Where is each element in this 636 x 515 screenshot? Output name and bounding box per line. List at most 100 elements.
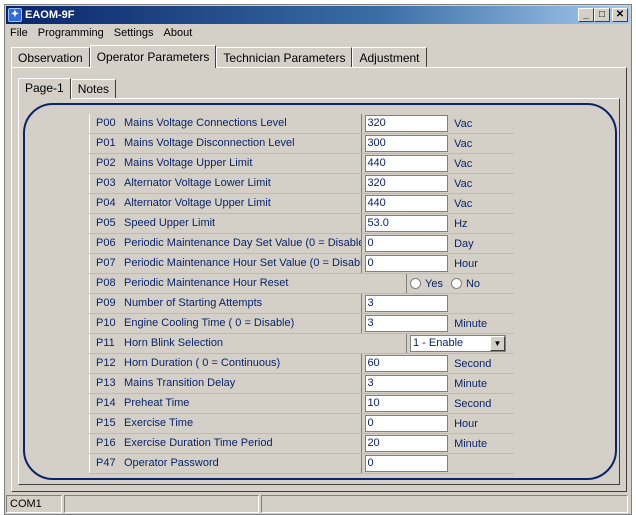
- parameter-label: P01 Mains Voltage Disconnection Level: [89, 134, 363, 153]
- parameter-name: Mains Voltage Upper Limit: [124, 157, 253, 169]
- parameter-value-field[interactable]: 440: [365, 155, 449, 172]
- parameters-table: P00 Mains Voltage Connections Level 320 Vac…: [89, 114, 514, 474]
- parameter-name: Number of Starting Attempts: [124, 297, 263, 309]
- parameter-value-field[interactable]: 3: [365, 295, 449, 312]
- parameter-code: P04: [96, 197, 116, 209]
- menu-bar: File Programming Settings About: [6, 25, 630, 41]
- parameter-row: P02 Mains Voltage Upper Limit 440 Vac: [89, 154, 514, 174]
- operator-parameters-panel: Page-1 Notes P00 Mains Voltage Connection…: [11, 67, 627, 492]
- minimize-button[interactable]: _: [578, 8, 594, 22]
- parameter-unit: Minute: [454, 317, 488, 330]
- tab-technician-parameters[interactable]: Technician Parameters: [216, 47, 353, 67]
- app-window: ✦ EAOM-9F _ □ ✕ File Programming Setting…: [4, 4, 632, 515]
- menu-settings[interactable]: Settings: [114, 27, 154, 39]
- parameter-value-field[interactable]: 0: [365, 455, 449, 472]
- parameter-value-field[interactable]: 0: [365, 255, 449, 272]
- parameter-unit: Day: [454, 237, 474, 250]
- parameter-code: P14: [96, 397, 116, 409]
- parameter-row: P09 Number of Starting Attempts 3: [89, 294, 514, 314]
- parameter-name: Exercise Time: [124, 417, 194, 429]
- parameter-name: Exercise Duration Time Period: [124, 437, 273, 449]
- parameter-value-field[interactable]: 300: [365, 135, 449, 152]
- parameter-row: P12 Horn Duration ( 0 = Continuous) 60 Seco…: [89, 354, 514, 374]
- parameter-value-field[interactable]: 10: [365, 395, 449, 412]
- parameter-code: P16: [96, 437, 116, 449]
- parameter-value-field[interactable]: 440: [365, 195, 449, 212]
- parameter-code: P47: [96, 457, 116, 469]
- parameter-row: P14 Preheat Time 10 Second: [89, 394, 514, 414]
- parameter-code: P03: [96, 177, 116, 189]
- parameter-value-field[interactable]: 53.0: [365, 215, 449, 232]
- parameter-label: P11 Horn Blink Selection: [89, 334, 407, 353]
- parameter-unit: Minute: [454, 437, 488, 450]
- parameter-name: Speed Upper Limit: [124, 217, 216, 229]
- parameter-value-field[interactable]: 0: [365, 235, 449, 252]
- radio-no[interactable]: [450, 278, 462, 289]
- parameter-value-field[interactable]: 20: [365, 435, 449, 452]
- parameter-name: Engine Cooling Time ( 0 = Disable): [124, 317, 295, 329]
- parameter-value-field[interactable]: 3: [365, 375, 449, 392]
- parameter-name: Periodic Maintenance Hour Reset: [124, 277, 289, 289]
- radio-label-no[interactable]: No: [466, 278, 480, 290]
- tab-page-1[interactable]: Page-1: [18, 78, 71, 99]
- parameter-label: P07 Periodic Maintenance Hour Set Value (…: [89, 254, 363, 273]
- tab-observation[interactable]: Observation: [11, 47, 90, 67]
- parameter-value-field[interactable]: 320: [365, 175, 449, 192]
- parameter-label: P14 Preheat Time: [89, 394, 363, 413]
- horn-blink-select[interactable]: 1 - Enable ▼: [410, 335, 506, 352]
- window-title: EAOM-9F: [25, 9, 75, 21]
- parameter-value-field[interactable]: 3: [365, 315, 449, 332]
- parameter-label: P02 Mains Voltage Upper Limit: [89, 154, 363, 173]
- parameter-code: P02: [96, 157, 116, 169]
- parameter-name: Alternator Voltage Upper Limit: [124, 197, 271, 209]
- sub-tab-strip: Page-1 Notes: [18, 78, 117, 99]
- parameter-code: P00: [96, 117, 116, 129]
- app-icon[interactable]: ✦: [8, 8, 22, 22]
- parameter-unit: Vac: [454, 137, 473, 150]
- parameter-code: P08: [96, 277, 116, 289]
- parameter-unit: Vac: [454, 117, 473, 130]
- title-bar[interactable]: ✦ EAOM-9F _ □ ✕: [6, 6, 630, 24]
- parameter-label: P13 Mains Transition Delay: [89, 374, 363, 393]
- tab-notes[interactable]: Notes: [70, 79, 117, 98]
- tab-operator-parameters[interactable]: Operator Parameters: [89, 45, 217, 68]
- parameter-unit: Hour: [454, 417, 478, 430]
- parameter-label: P12 Horn Duration ( 0 = Continuous): [89, 354, 363, 373]
- parameter-label: P03 Alternator Voltage Lower Limit: [89, 174, 363, 193]
- parameter-label: P16 Exercise Duration Time Period: [89, 434, 363, 453]
- parameter-code: P06: [96, 237, 116, 249]
- parameter-value-field[interactable]: 320: [365, 115, 449, 132]
- radio-yes[interactable]: [410, 278, 421, 289]
- parameter-name: Mains Voltage Connections Level: [124, 117, 287, 129]
- parameter-unit: Minute: [454, 377, 488, 390]
- tab-adjustment[interactable]: Adjustment: [352, 47, 427, 67]
- parameter-row: P08 Periodic Maintenance Hour Reset Yes No: [89, 274, 514, 294]
- chevron-down-icon[interactable]: ▼: [490, 336, 505, 351]
- parameter-unit: Vac: [454, 197, 473, 210]
- parameter-label: P15 Exercise Time: [89, 414, 363, 433]
- parameter-row: P11 Horn Blink Selection 1 - Enable ▼: [89, 334, 514, 354]
- menu-about[interactable]: About: [164, 27, 193, 39]
- parameter-label: P09 Number of Starting Attempts: [89, 294, 363, 313]
- close-button[interactable]: ✕: [612, 8, 628, 22]
- parameter-row: P01 Mains Voltage Disconnection Level 300 V…: [89, 134, 514, 154]
- parameter-unit: Vac: [454, 157, 473, 170]
- parameter-label: P10 Engine Cooling Time ( 0 = Disable): [89, 314, 363, 333]
- parameter-name: Horn Duration ( 0 = Continuous): [124, 357, 281, 369]
- parameter-code: P01: [96, 137, 116, 149]
- radio-label-yes[interactable]: Yes: [425, 278, 443, 290]
- parameter-label: P08 Periodic Maintenance Hour Reset: [89, 274, 407, 293]
- parameter-name: Mains Voltage Disconnection Level: [124, 137, 295, 149]
- parameter-name: Mains Transition Delay: [124, 377, 236, 389]
- parameter-name: Periodic Maintenance Hour Set Value (0 =…: [124, 257, 363, 269]
- parameter-code: P11: [96, 337, 115, 349]
- parameter-label: P00 Mains Voltage Connections Level: [89, 114, 363, 133]
- maximize-button[interactable]: □: [594, 8, 610, 22]
- menu-file[interactable]: File: [10, 27, 28, 39]
- select-value: 1 - Enable: [413, 337, 464, 349]
- parameter-row: P10 Engine Cooling Time ( 0 = Disable) 3 Mi…: [89, 314, 514, 334]
- parameter-value-field[interactable]: 60: [365, 355, 449, 372]
- parameter-value-field[interactable]: 0: [365, 415, 449, 432]
- menu-programming[interactable]: Programming: [38, 27, 104, 39]
- reset-radio-group: Yes No: [410, 278, 484, 290]
